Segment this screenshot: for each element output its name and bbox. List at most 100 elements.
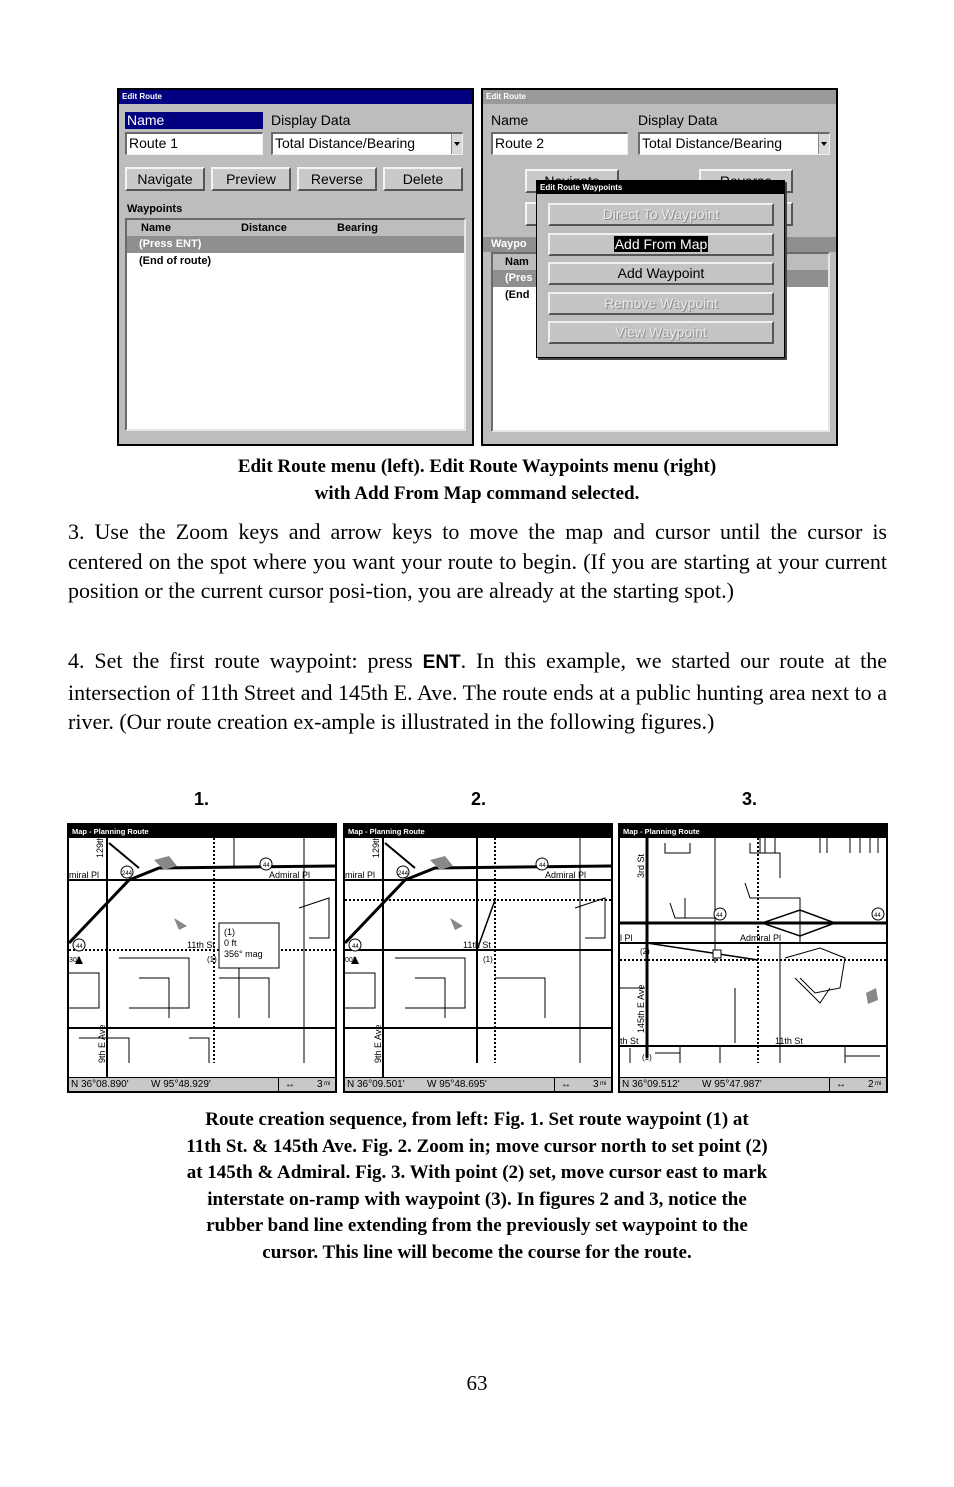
figure-number-3: 3. xyxy=(742,789,758,809)
list-header: Name Distance Bearing xyxy=(127,220,464,236)
info-box-line: 356° mag xyxy=(224,949,263,959)
caption-line: at 145th & Admiral. Fig. 3. With point (… xyxy=(186,1162,768,1183)
street-label: 9th E Ave xyxy=(373,1025,383,1063)
exit-label: 003 xyxy=(345,957,357,964)
reverse-button[interactable]: Reverse xyxy=(297,167,377,191)
name-label: Name xyxy=(491,112,529,128)
display-data-value: Total Distance/Bearing xyxy=(642,135,783,151)
street-label: 11th St xyxy=(463,940,491,950)
scale-value: 3 xyxy=(593,1079,599,1090)
street-label: miral Pl xyxy=(69,870,99,880)
highway-label: 44 xyxy=(76,944,83,950)
latitude: N 36°08.890' xyxy=(71,1079,129,1090)
display-data-select[interactable]: Total Distance/Bearing xyxy=(638,132,830,155)
info-box-line: 0 ft xyxy=(224,938,237,948)
figure-caption-route-sequence: Route creation sequence, from left: Fig.… xyxy=(60,1107,894,1266)
caption-line: rubber band line extending from the prev… xyxy=(206,1215,748,1236)
route-name-field[interactable]: Route 1 xyxy=(125,132,263,155)
highway-label: 44 xyxy=(263,863,270,869)
highway-244 xyxy=(345,878,407,945)
map-status-bar: N 36°09.501' W 95°48.695' ↔ 3 mi xyxy=(345,1077,611,1091)
waypoints-label: Waypoints xyxy=(127,203,183,215)
map-title: Map - Planning Route xyxy=(620,825,886,838)
route-name-field[interactable]: Route 2 xyxy=(491,132,628,155)
chevron-down-icon[interactable] xyxy=(451,134,462,154)
scale-arrows-icon: ↔ xyxy=(285,1079,295,1090)
highway-label: 44 xyxy=(716,913,723,919)
direct-to-waypoint-button[interactable]: Direct To Waypoint xyxy=(548,203,774,226)
chevron-down-icon[interactable] xyxy=(818,134,829,154)
window-title: Edit Route xyxy=(483,90,836,104)
col-name: Name xyxy=(141,222,171,234)
street-label: 11th St xyxy=(775,1036,803,1046)
display-data-select[interactable]: Total Distance/Bearing xyxy=(271,132,463,155)
exit-label: 303 xyxy=(69,957,81,964)
scale-box: ↔ 3 mi xyxy=(278,1078,335,1091)
latitude: N 36°09.501' xyxy=(347,1079,405,1090)
page-number: 63 xyxy=(466,1371,488,1395)
step-4-text-pre: 4. Set the first route waypoint: press xyxy=(68,648,423,673)
scale-value: 2 xyxy=(868,1079,874,1090)
rubber-band-line xyxy=(646,942,759,961)
figure-number-2: 2. xyxy=(471,789,487,809)
longitude: W 95°48.695' xyxy=(427,1079,487,1090)
scale-value: 3 xyxy=(317,1079,323,1090)
ent-key: ENT xyxy=(422,652,461,673)
window-title: Edit Route xyxy=(119,90,472,104)
map-status-bar: N 36°09.512' W 95°47.987' ↔ 2 mi xyxy=(620,1077,886,1091)
highway-label: 44 xyxy=(352,944,359,950)
street-label: 129th E xyxy=(95,838,105,858)
waypoints-list[interactable]: Name Distance Bearing (Press ENT) (End o… xyxy=(125,218,466,431)
street-label: Admiral Pl xyxy=(269,870,310,880)
caption-line: Route creation sequence, from left: Fig.… xyxy=(205,1109,749,1130)
highway-label: 244 xyxy=(398,871,409,877)
highway-label: 44 xyxy=(874,913,881,919)
view-waypoint-button[interactable]: View Waypoint xyxy=(548,321,774,344)
highway-label: 44 xyxy=(539,863,546,869)
scale-box: ↔ 3 mi xyxy=(554,1078,611,1091)
preview-button[interactable]: Preview xyxy=(211,167,291,191)
remove-waypoint-button[interactable]: Remove Waypoint xyxy=(548,292,774,315)
scale-unit: mi xyxy=(600,1081,607,1087)
scale-unit: mi xyxy=(875,1081,882,1087)
highway-label: 244 xyxy=(122,871,133,877)
edit-route-screen: Edit Route Name Display Data Route 1 Tot… xyxy=(117,88,474,446)
street-label: l Pl xyxy=(620,933,633,943)
display-data-label: Display Data xyxy=(638,112,718,128)
street-label: miral Pl xyxy=(345,870,375,880)
map-status-bar: N 36°08.890' W 95°48.929' ↔ 3 mi xyxy=(69,1077,335,1091)
map-title: Map - Planning Route xyxy=(69,825,335,838)
street-label: Admiral Pl xyxy=(545,870,586,880)
map-title: Map - Planning Route xyxy=(345,825,611,838)
step-3-paragraph: 3. Use the Zoom keys and arrow keys to m… xyxy=(68,519,887,603)
popup-title: Edit Route Waypoints xyxy=(537,181,784,194)
north-roads xyxy=(759,838,879,853)
col-bearing: Bearing xyxy=(337,222,378,234)
map-canvas[interactable]: miral Pl Admiral Pl 129th E 11th St 9th … xyxy=(345,838,611,1078)
map-figure-2: Map - Planning Route miral Pl Admiral Pl… xyxy=(343,823,613,1093)
map-figure-3: Map - Planning Route 3rd St Admiral Pl l… xyxy=(618,823,888,1093)
street-label: th St xyxy=(620,1036,639,1046)
street-label: 3rd St xyxy=(636,853,646,878)
col-name: Nam xyxy=(505,256,529,268)
map-canvas[interactable]: miral Pl Admiral Pl 129th E 11th St 9th … xyxy=(69,838,335,1078)
edit-route-waypoints-popup: Edit Route Waypoints Direct To Waypoint … xyxy=(536,180,785,358)
highway-244 xyxy=(69,878,131,945)
add-waypoint-button[interactable]: Add Waypoint xyxy=(548,262,774,285)
street-label: 11th St xyxy=(187,940,215,950)
add-from-map-button[interactable]: Add From Map xyxy=(548,233,774,256)
delete-button[interactable]: Delete xyxy=(383,167,463,191)
list-item[interactable]: (End of route) xyxy=(127,253,464,270)
street-label: Admiral Pl xyxy=(740,933,781,943)
map-canvas[interactable]: 3rd St Admiral Pl l Pl 11th St 145th E A… xyxy=(620,838,886,1078)
caption-line: Edit Route menu (left). Edit Route Waypo… xyxy=(237,456,717,477)
col-distance: Distance xyxy=(241,222,287,234)
figure-caption-menus: Edit Route menu (left). Edit Route Waypo… xyxy=(60,454,894,507)
list-item[interactable]: (Press ENT) xyxy=(127,236,464,253)
scale-arrows-icon: ↔ xyxy=(561,1079,571,1090)
waypoint-label: (1) xyxy=(642,1053,652,1062)
scale-arrows-icon: ↔ xyxy=(836,1079,846,1090)
navigate-button[interactable]: Navigate xyxy=(125,167,205,191)
edit-route-waypoints-screen: Edit Route Name Display Data Route 2 Tot… xyxy=(481,88,838,446)
street-label: 145th E Ave xyxy=(636,985,646,1033)
